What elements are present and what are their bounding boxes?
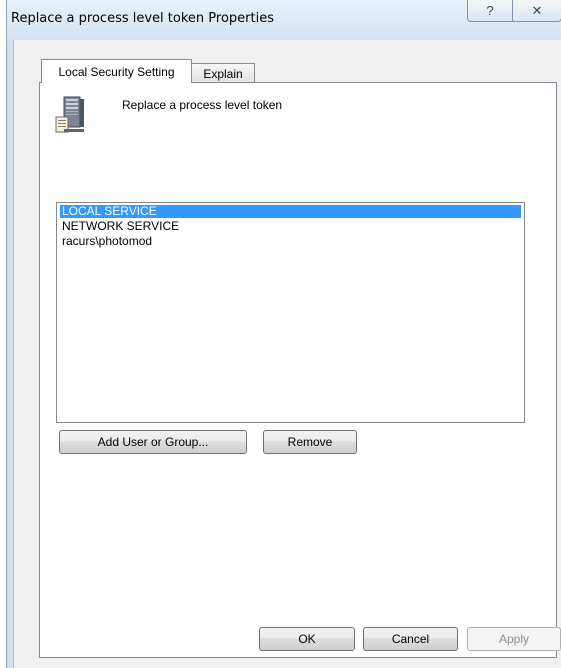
properties-dialog: Replace a process level token Properties…: [6, 0, 561, 668]
add-user-or-group-button[interactable]: Add User or Group...: [59, 430, 247, 454]
dialog-client-area: Local Security Setting Explain Replace a…: [13, 40, 561, 668]
policy-title: Replace a process level token: [122, 98, 283, 112]
close-button[interactable]: ✕: [513, 0, 561, 22]
apply-button[interactable]: Apply: [467, 627, 561, 651]
tab-label: Local Security Setting: [58, 64, 175, 79]
close-icon: ✕: [531, 2, 543, 18]
ok-button[interactable]: OK: [259, 627, 355, 651]
tab-explain[interactable]: Explain: [191, 63, 255, 83]
caption-buttons: ? ✕: [467, 0, 561, 22]
tab-local-security-setting[interactable]: Local Security Setting: [41, 59, 192, 83]
window-title: Replace a process level token Properties: [11, 11, 274, 26]
remove-button[interactable]: Remove: [263, 430, 357, 454]
list-item[interactable]: racurs\photomod: [60, 235, 521, 248]
accounts-listbox[interactable]: LOCAL SERVICE NETWORK SERVICE racurs\pho…: [56, 202, 525, 423]
list-item[interactable]: LOCAL SERVICE: [60, 205, 521, 218]
list-item[interactable]: NETWORK SERVICE: [60, 220, 521, 233]
tab-label: Explain: [203, 66, 243, 81]
title-bar[interactable]: Replace a process level token Properties…: [7, 0, 561, 40]
help-button[interactable]: ?: [467, 0, 513, 22]
help-icon: ?: [486, 3, 494, 18]
server-computer-icon: [55, 96, 84, 133]
cancel-button[interactable]: Cancel: [363, 627, 458, 651]
tab-panel: Replace a process level token LOCAL SERV…: [39, 82, 557, 658]
